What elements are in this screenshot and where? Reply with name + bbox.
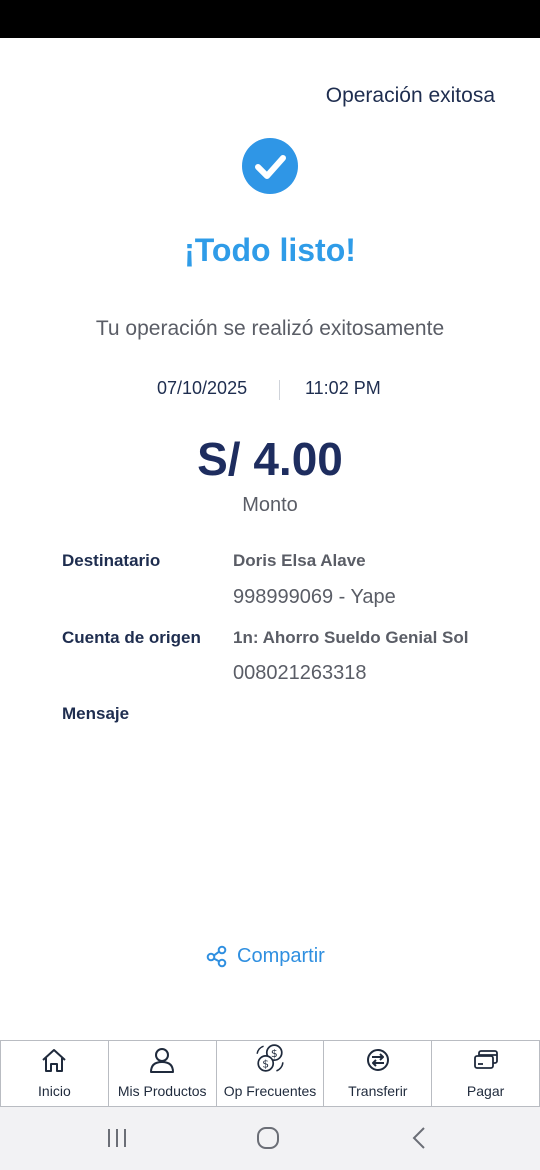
share-label: Compartir <box>237 944 325 967</box>
recipient-phone: 998999069 - Yape <box>233 586 396 608</box>
transfer-icon <box>366 1049 389 1071</box>
nav-item-pagar[interactable]: Pagar <box>431 1041 540 1106</box>
origin-account-label: Cuenta de origen <box>62 628 201 647</box>
recent-apps-icon[interactable] <box>104 1125 130 1151</box>
date-time-row: 07/10/2025 11:02 PM <box>0 378 540 402</box>
nav-item-transferir[interactable]: Transferir <box>323 1041 431 1106</box>
nav-item-op-frecuentes[interactable]: $ $ Op Frecuentes <box>215 1041 324 1106</box>
system-nav-bar <box>0 1107 540 1170</box>
nav-label-op-frecuentes: Op Frecuentes <box>223 1083 317 1099</box>
operation-time: 11:02 PM <box>305 378 381 398</box>
message-label: Mensaje <box>62 704 130 723</box>
date-time-divider <box>279 380 280 400</box>
payment-card-icon <box>473 1050 498 1069</box>
origin-account-number: 008021263318 <box>233 662 367 684</box>
nav-label-pagar: Pagar <box>466 1083 505 1099</box>
amount-value: S/ 4.00 <box>197 433 343 485</box>
success-check-icon <box>242 138 298 194</box>
recipient-name: Doris Elsa Alave <box>233 551 366 570</box>
home-circle-icon[interactable] <box>255 1125 281 1151</box>
svg-text:$: $ <box>262 1058 269 1071</box>
nav-label-transferir: Transferir <box>348 1083 408 1099</box>
share-button[interactable]: Compartir <box>205 942 325 970</box>
nav-item-inicio[interactable]: Inicio <box>0 1041 108 1106</box>
status-bar <box>0 0 540 38</box>
nav-item-mis-productos[interactable]: Mis Productos <box>107 1041 216 1106</box>
share-icon <box>206 945 227 968</box>
success-headline: ¡Todo listo! <box>184 232 356 268</box>
operation-date: 07/10/2025 <box>157 378 248 398</box>
amount-label: Monto <box>242 494 298 516</box>
coins-exchange-icon: $ $ <box>256 1044 284 1072</box>
recipient-label: Destinatario <box>62 551 161 570</box>
nav-label-inicio: Inicio <box>38 1083 71 1099</box>
page-title: Operación exitosa <box>325 84 495 107</box>
bottom-nav: Inicio Mis Productos $ $ Op Frecuentes T… <box>0 1040 540 1107</box>
home-icon <box>42 1049 67 1072</box>
back-icon[interactable] <box>407 1125 433 1151</box>
success-subtitle: Tu operación se realizó exitosamente <box>95 317 445 340</box>
user-icon <box>150 1048 175 1073</box>
nav-label-mis-productos: Mis Productos <box>117 1083 207 1099</box>
origin-account-name: 1n: Ahorro Sueldo Genial Sol <box>233 628 469 647</box>
